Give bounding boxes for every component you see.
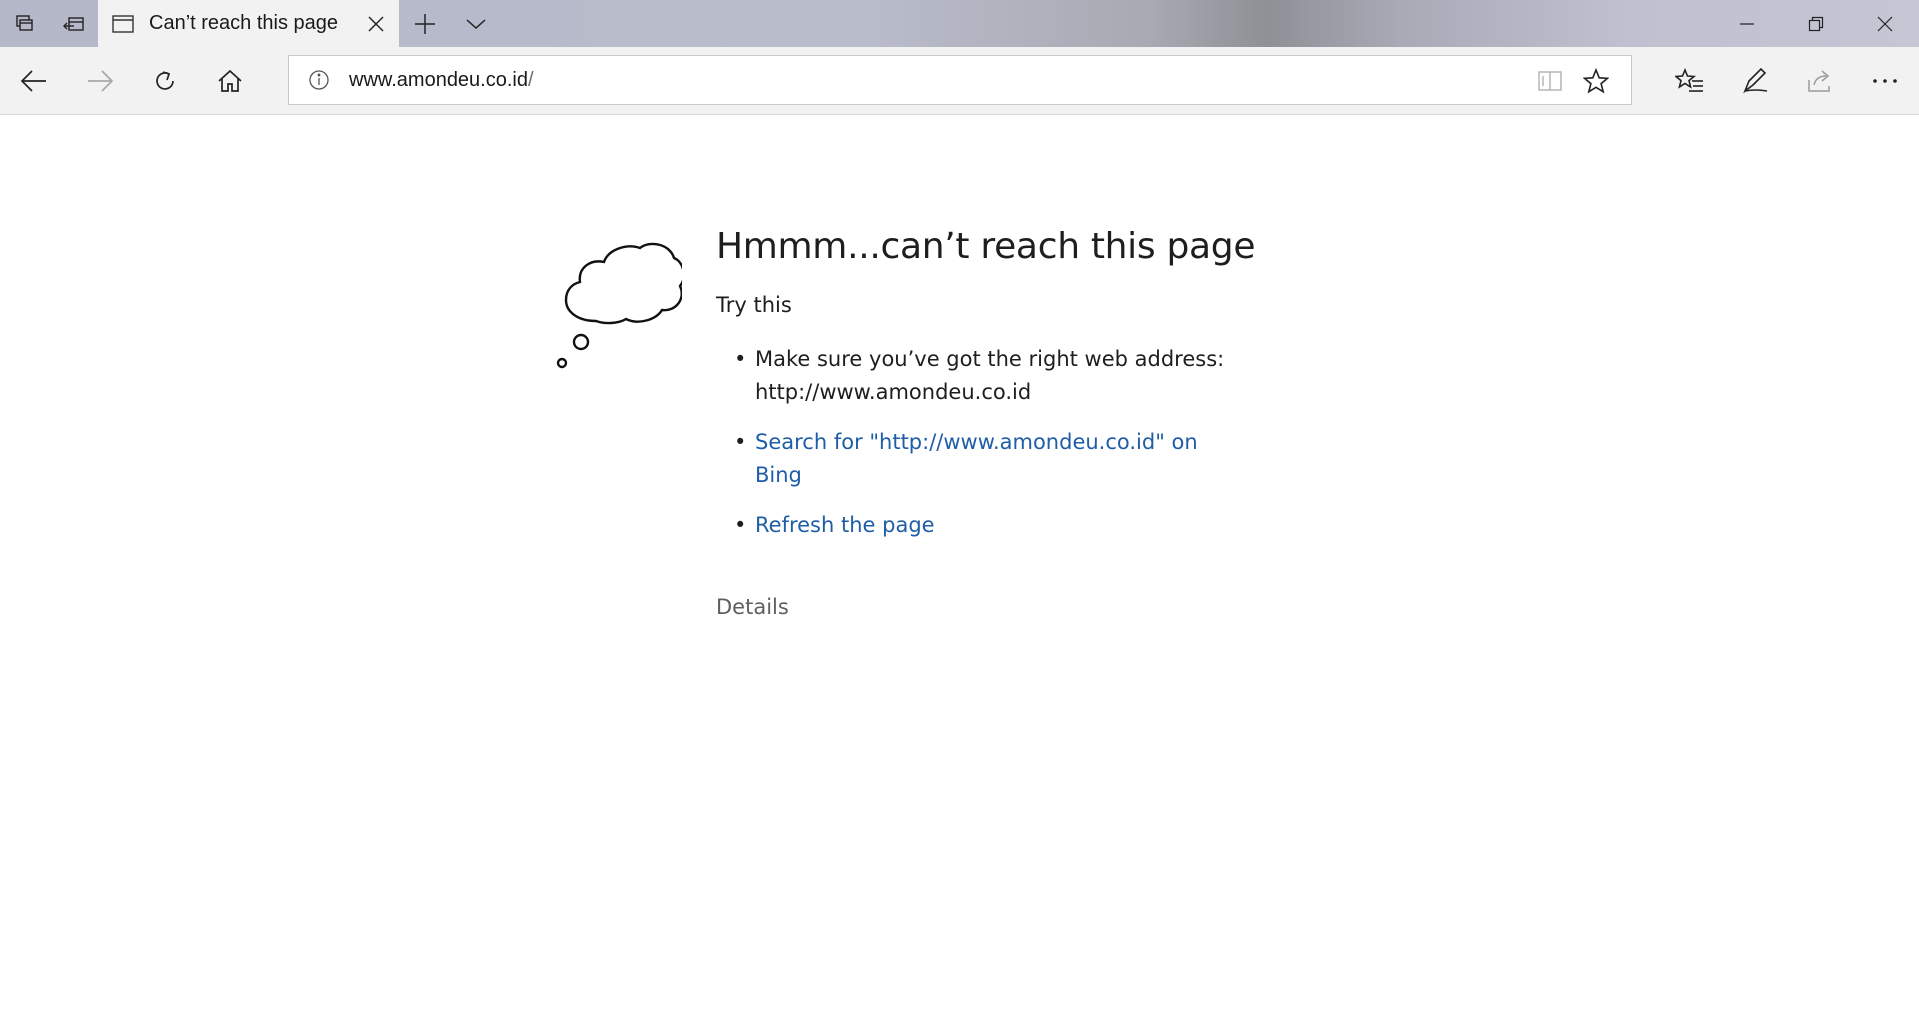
address-bar[interactable]: www.amondeu.co.id/ <box>288 55 1632 105</box>
details-button[interactable]: Details <box>716 595 789 619</box>
pen-icon <box>1743 67 1768 94</box>
plus-icon <box>414 13 435 34</box>
url-text[interactable]: www.amondeu.co.id/ <box>349 69 534 92</box>
suggestions-list: • Make sure you’ve got the right web add… <box>716 343 1236 542</box>
thought-cloud-icon <box>556 242 682 369</box>
info-icon[interactable] <box>307 68 331 92</box>
favorites-hub-button[interactable] <box>1658 47 1722 115</box>
web-note-button[interactable] <box>1723 47 1787 115</box>
bullet: • <box>734 347 747 371</box>
minimize-icon <box>1739 22 1754 25</box>
new-tab-button[interactable] <box>399 0 450 47</box>
suggestion-refresh: • Refresh the page <box>716 509 1236 542</box>
active-tab[interactable]: Can’t reach this page <box>98 0 399 47</box>
error-message: Hmmm...can’t reach this page Try this • … <box>716 226 1256 619</box>
star-icon[interactable] <box>1581 66 1611 96</box>
restore-tabs-icon[interactable] <box>49 0 98 47</box>
url-path: / <box>527 69 534 91</box>
suggestion-check-address: • Make sure you’ve got the right web add… <box>716 343 1236 409</box>
favorites-list-icon <box>1675 68 1703 92</box>
bullet: • <box>734 430 747 454</box>
home-icon <box>218 69 242 92</box>
refresh-button[interactable] <box>133 47 197 115</box>
title-bar-drag-area[interactable] <box>501 0 1712 47</box>
more-button[interactable] <box>1853 47 1917 115</box>
navigation-bar: www.amondeu.co.id/ <box>0 47 1919 115</box>
search-bing-link[interactable]: Search for "http://www.amondeu.co.id" on… <box>755 430 1198 487</box>
page-title: Hmmm...can’t reach this page <box>716 226 1256 267</box>
try-this-heading: Try this <box>716 293 792 317</box>
suggestion-search-bing: • Search for "http://www.amondeu.co.id" … <box>716 426 1236 492</box>
tabs-aside-icon[interactable] <box>0 0 49 47</box>
page-content: Hmmm...can’t reach this page Try this • … <box>0 116 1919 1018</box>
close-window-icon <box>1877 16 1892 31</box>
close-window-button[interactable] <box>1850 0 1919 47</box>
tab-list-button[interactable] <box>450 0 501 47</box>
forward-arrow-icon <box>88 70 114 92</box>
refresh-icon <box>156 71 174 90</box>
suggestion-text: Make sure you’ve got the right web addre… <box>755 347 1225 404</box>
url-host: www.amondeu.co.id <box>349 69 528 91</box>
close-tab-button[interactable] <box>353 0 399 47</box>
share-icon <box>1808 70 1830 92</box>
title-bar: Can’t reach this page <box>0 0 1919 47</box>
page-icon <box>111 14 135 34</box>
bullet: • <box>734 513 747 537</box>
restore-window-icon <box>1808 16 1823 31</box>
more-icon <box>1873 79 1897 83</box>
close-icon <box>368 15 384 32</box>
back-arrow-icon <box>20 70 46 92</box>
minimize-button[interactable] <box>1712 0 1781 47</box>
maximize-button[interactable] <box>1781 0 1850 47</box>
chevron-down-icon <box>466 18 485 29</box>
back-button[interactable] <box>2 47 66 115</box>
home-button[interactable] <box>198 47 262 115</box>
forward-button[interactable] <box>68 47 132 115</box>
tab-title: Can’t reach this page <box>149 12 339 34</box>
reading-view-icon[interactable] <box>1535 66 1565 96</box>
share-button[interactable] <box>1788 47 1852 115</box>
refresh-page-link[interactable]: Refresh the page <box>755 513 935 537</box>
